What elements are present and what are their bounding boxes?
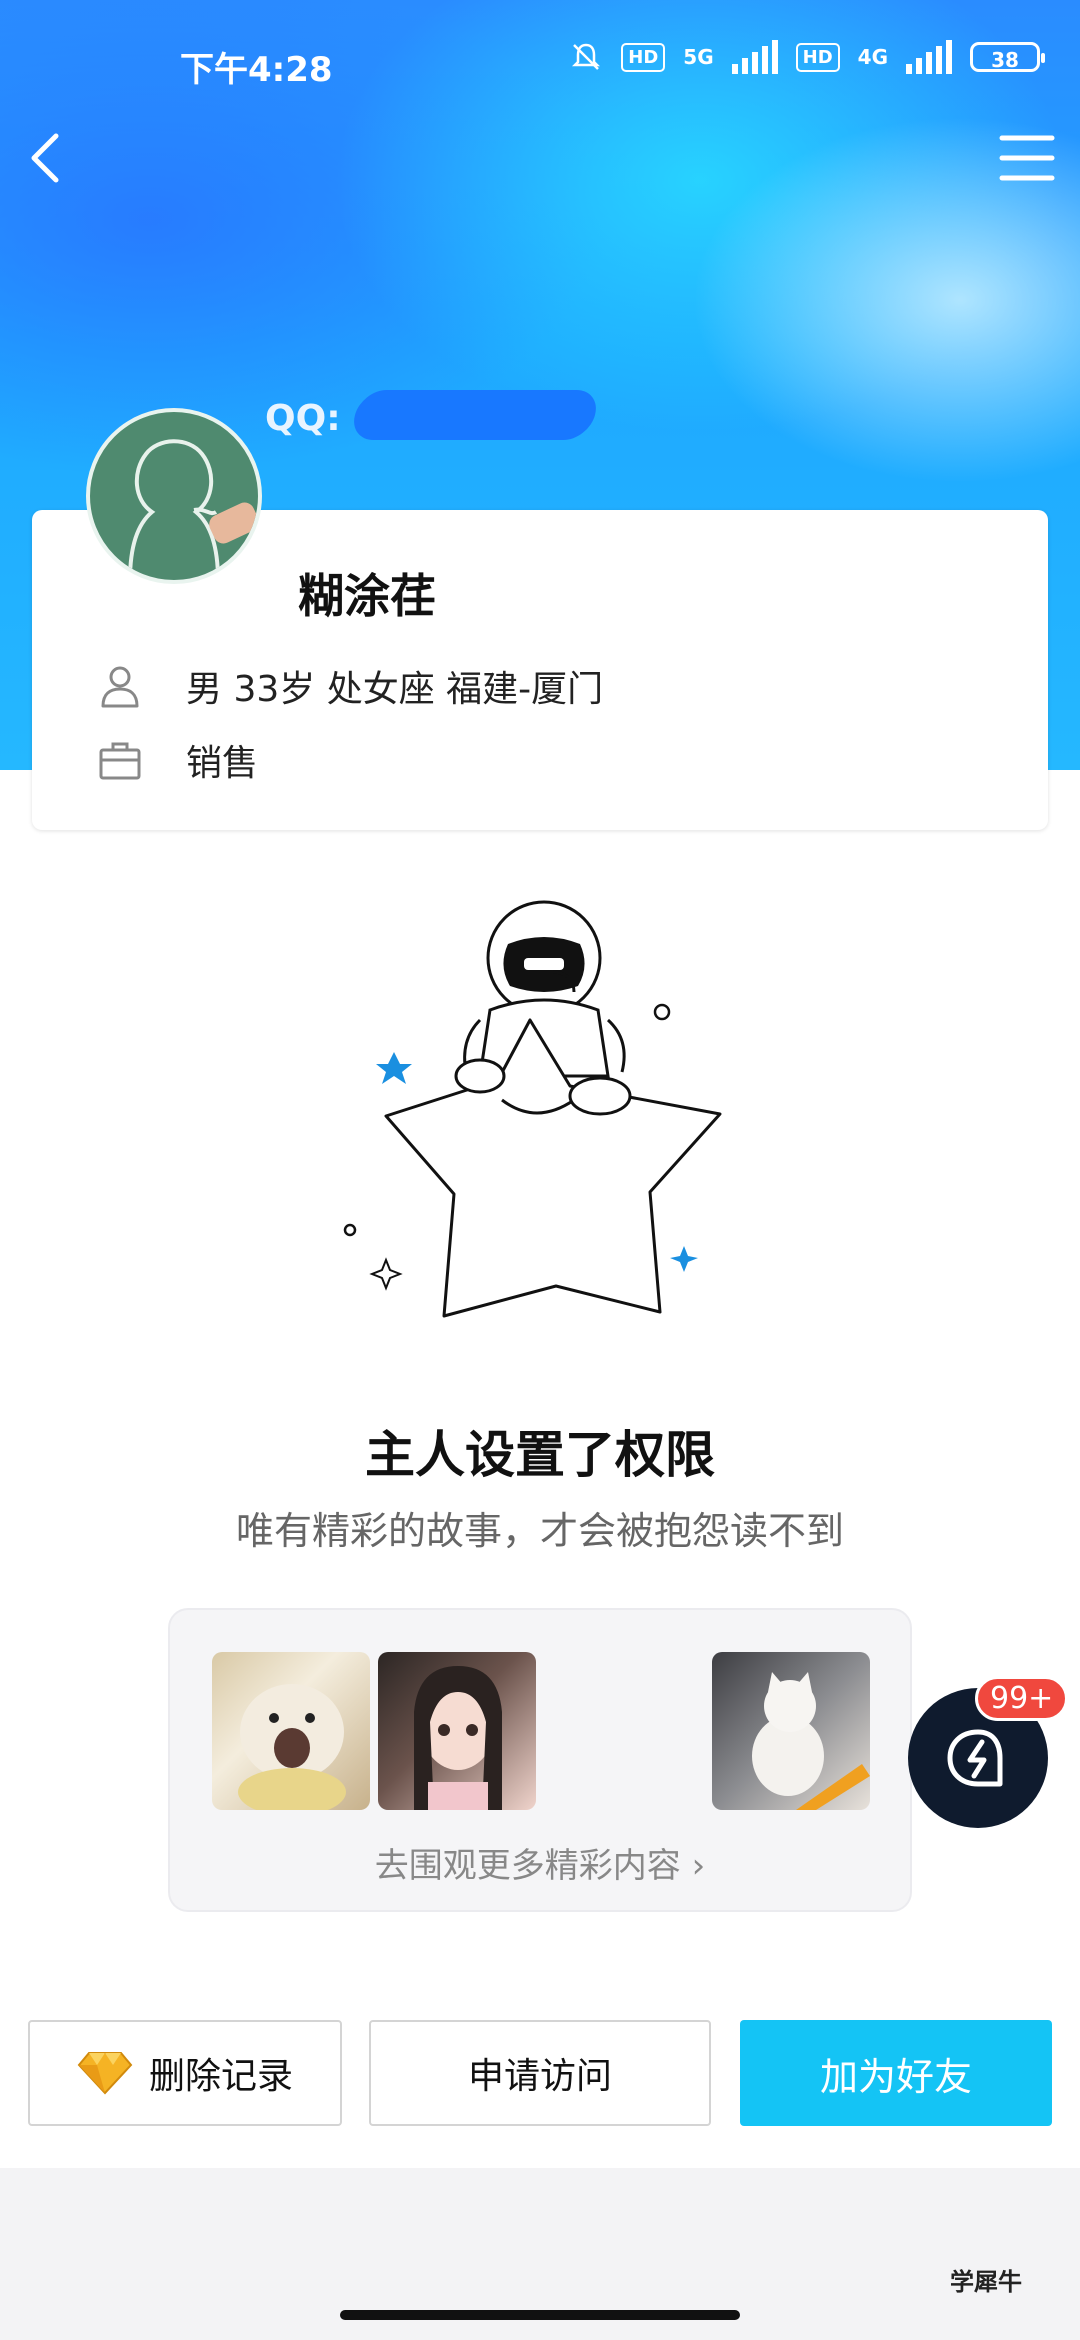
- add-friend-button[interactable]: 加为好友: [740, 2020, 1052, 2126]
- basic-info-text: 男 33岁 处女座 福建-厦门: [186, 669, 604, 710]
- cat-image: [752, 1672, 870, 1810]
- add-friend-label: 加为好友: [819, 2054, 972, 2099]
- avatar[interactable]: [86, 408, 262, 584]
- person-icon: [101, 666, 139, 708]
- doll-image: [414, 1666, 502, 1810]
- network-label-2: 4G: [857, 45, 888, 69]
- hd-badge: HD: [621, 42, 666, 72]
- menu-icon: [999, 135, 1055, 181]
- briefcase-icon: [99, 742, 141, 780]
- status-bar: 下午4:28 HD 5G HD 4G 38: [0, 30, 1080, 94]
- astronaut-star-illustration: [343, 900, 722, 1318]
- delete-record-button[interactable]: 删除记录: [28, 2020, 342, 2126]
- request-access-button[interactable]: 申请访问: [369, 2020, 711, 2126]
- dog-image: [238, 1684, 346, 1810]
- privacy-subtitle: 唯有精彩的故事，才会被抱怨读不到: [235, 1509, 844, 1553]
- thumbnail-doll[interactable]: [378, 1652, 536, 1810]
- thumbnail-dog[interactable]: [212, 1652, 370, 1810]
- hd-badge-2: HD: [795, 42, 840, 72]
- avatar-image: [128, 439, 258, 580]
- occupation-row: 销售: [96, 734, 258, 786]
- status-icons: HD 5G HD 4G 38: [569, 40, 1045, 74]
- back-button[interactable]: [20, 128, 80, 188]
- occupation-text: 销售: [186, 743, 259, 784]
- qq-number-redaction: [348, 390, 602, 440]
- privacy-title: 主人设置了权限: [365, 1426, 715, 1484]
- request-access-label: 申请访问: [467, 2056, 612, 2097]
- thumbnail-cat[interactable]: [712, 1652, 870, 1810]
- basic-info-row: 男 33岁 处女座 福建-厦门: [96, 660, 603, 712]
- status-time: 下午4:28: [180, 50, 333, 90]
- qq-number-label: QQ:: [265, 398, 341, 439]
- watermark-logo: 学犀牛: [950, 2267, 1022, 2296]
- chevron-left-icon: [31, 133, 59, 183]
- notification-count-badge: 99+: [975, 1676, 1069, 1721]
- delete-record-label: 删除记录: [148, 2056, 293, 2097]
- signal-icon: [731, 40, 778, 74]
- diamond-icon: [77, 2052, 133, 2095]
- nickname: 糊涂荏: [298, 569, 436, 623]
- mute-icon: [572, 43, 601, 70]
- battery-icon: 38: [970, 42, 1045, 72]
- network-label: 5G: [683, 45, 714, 69]
- discover-more-card[interactable]: 去围观更多精彩内容 ›: [168, 1608, 912, 1912]
- signal-icon-2: [906, 40, 952, 74]
- menu-button[interactable]: [994, 128, 1060, 188]
- home-indicator[interactable]: [340, 2310, 740, 2320]
- discover-more-link[interactable]: 去围观更多精彩内容 ›: [170, 1838, 910, 1887]
